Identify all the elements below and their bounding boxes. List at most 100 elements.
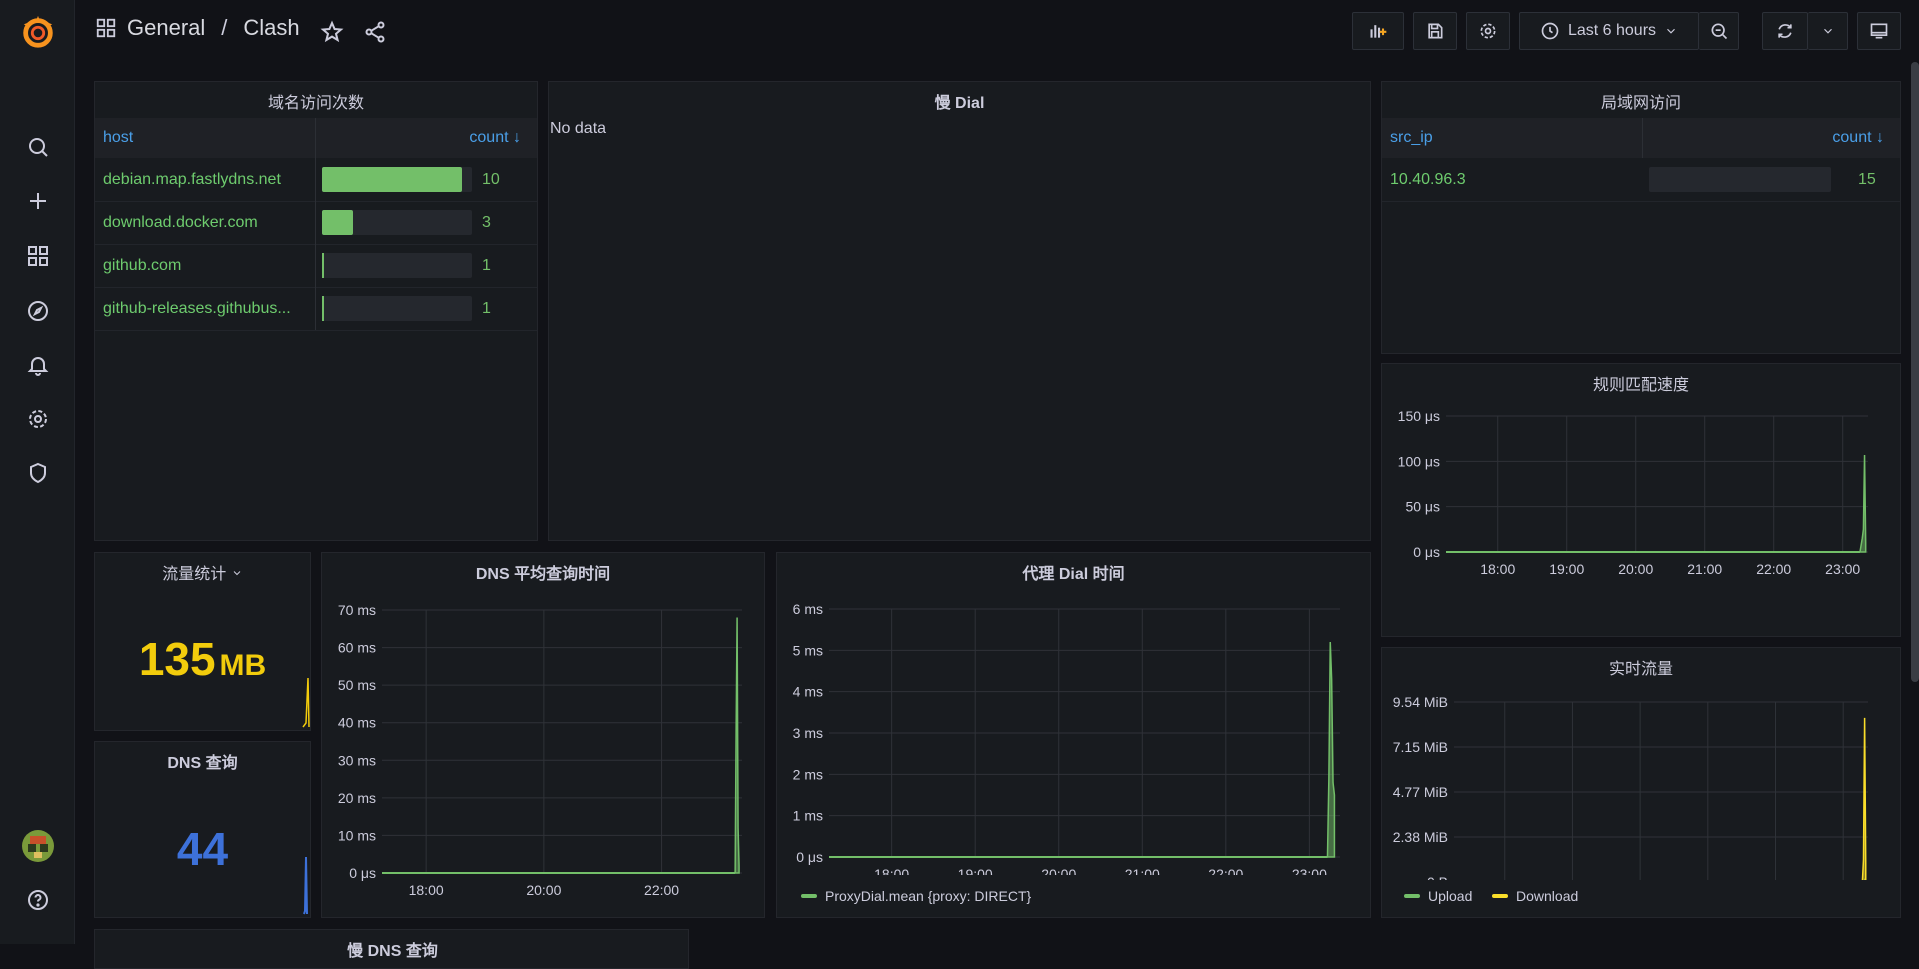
x-tick-label: 22:00 [1208,866,1243,875]
scrollbar[interactable] [1911,62,1919,682]
count-bar-fill [322,210,353,235]
bell-icon[interactable] [22,349,54,381]
proxy-dial-chart[interactable]: 0 μs 1 ms 2 ms 3 ms 4 ms 5 ms 6 ms 18:00 19:00 20… [777,585,1370,875]
add-panel-button[interactable] [1352,12,1404,50]
grafana-logo-icon[interactable] [19,13,57,51]
gear-icon [1480,23,1496,39]
breadcrumb-dashboard[interactable]: Clash [243,15,299,41]
y-tick-label: 150 μs [1398,408,1440,424]
column-divider [315,118,316,330]
panel-title[interactable]: 局域网访问 [1382,89,1900,113]
panel-title[interactable]: 代理 Dial 时间 [777,560,1370,584]
count-cell: 3 [482,213,491,231]
save-button[interactable] [1413,12,1457,50]
column-header-host[interactable]: host [103,118,133,158]
count-bar-fill [322,296,324,321]
table-row: 10.40.96.3 15 [1382,158,1900,202]
panel-dns-avg: DNS 平均查询时间 0 μs 10 ms 20 ms 30 ms 40 ms 50 ms… [321,552,765,918]
y-tick-label: 5 ms [793,642,823,658]
x-tick-label: 19:00 [958,866,993,875]
count-cell: 10 [482,170,500,188]
legend-label: Upload [1428,888,1473,904]
legend-swatch [1492,894,1508,898]
y-tick-label: 50 μs [1405,499,1440,515]
refresh-icon [1778,24,1792,38]
time-picker-button[interactable]: Last 6 hours [1519,12,1699,50]
y-tick-label: 100 μs [1398,453,1440,469]
avatar[interactable] [22,830,54,862]
column-header-src-ip[interactable]: src_ip [1390,118,1433,158]
view-mode-button[interactable] [1857,12,1901,50]
x-tick-label: 18:00 [409,882,444,898]
panel-title-text: 慢 DNS 查询 [347,943,438,960]
table-row: github.com 1 [95,244,537,288]
legend-item-upload[interactable]: Upload [1404,888,1472,904]
realtime-traffic-chart[interactable]: 0 B2.38 MiB4.77 MiB7.15 MiB9.54 MiB18:00… [1382,680,1900,880]
count-bar [1649,167,1831,192]
panel-title[interactable]: 慢 DNS 查询 [95,937,688,961]
legend-label: Download [1516,888,1579,904]
refresh-button[interactable] [1762,12,1808,50]
panel-rule-speed: 规则匹配速度 0 μs 50 μs 100 μs 150 μs 18:00 19:00 20… [1381,363,1901,637]
x-tick-label: 20:00 [526,882,561,898]
panel-title[interactable]: 流量统计 [95,560,310,584]
legend-item-download[interactable]: Download [1492,888,1578,904]
search-icon[interactable] [22,131,54,163]
help-icon[interactable] [22,884,54,916]
y-tick-label: 4.77 MiB [1393,784,1448,800]
gear-icon[interactable] [22,403,54,435]
settings-button[interactable] [1466,12,1510,50]
panel-proxy-dial: 代理 Dial 时间 0 μs 1 ms 2 ms 3 ms 4 ms 5 ms 6 ms 1… [776,552,1371,918]
y-tick-label: 0 B [1427,874,1448,880]
host-cell: debian.map.fastlydns.net [103,170,281,188]
y-tick-label: 2 ms [793,766,823,782]
panel-lan-access: 局域网访问 src_ip count ↓ 10.40.96.3 15 [1381,81,1901,354]
panel-title[interactable]: DNS 查询 [95,749,310,773]
chevron-down-icon [233,571,241,576]
shield-icon[interactable] [22,457,54,489]
stat-value: 135 MB [95,632,310,686]
panel-title[interactable]: 慢 Dial [549,89,1370,113]
time-picker-label: Last 6 hours [1567,22,1657,39]
host-cell: download.docker.com [103,213,258,231]
x-tick-label: 18:00 [874,866,909,875]
share-icon[interactable] [363,20,387,44]
star-icon[interactable] [320,20,344,44]
no-data-message: No data [550,120,607,137]
zoom-out-button[interactable] [1699,12,1739,50]
column-header-count[interactable]: count ↓ [1832,118,1884,158]
plus-icon[interactable] [22,185,54,217]
clock-icon [1541,22,1559,40]
y-tick-label: 1 ms [793,808,823,824]
column-divider [1642,118,1643,158]
table-row: debian.map.fastlydns.net 10 [95,158,537,202]
host-cell: github.com [103,256,182,274]
panel-title[interactable]: DNS 平均查询时间 [322,560,764,584]
refresh-interval-button[interactable] [1808,12,1848,50]
dns-avg-chart[interactable]: 0 μs 10 ms 20 ms 30 ms 40 ms 50 ms 60 ms 70 ms 1… [322,585,764,915]
legend-item-proxydial[interactable]: ProxyDial.mean {proxy: DIRECT} [801,888,1031,904]
column-header-count[interactable]: count ↓ [469,118,521,158]
rule-speed-chart[interactable]: 0 μs 50 μs 100 μs 150 μs 18:00 19:00 20:00 21:0… [1382,396,1900,636]
dashboards-icon[interactable] [22,240,54,272]
y-tick-label: 40 ms [338,715,376,731]
panel-title[interactable]: 域名访问次数 [95,89,537,113]
breadcrumb-folder[interactable]: General [127,15,205,41]
y-tick-label: 0 μs [796,849,823,865]
x-tick-label: 20:00 [1618,561,1653,577]
stat-number: 135 [138,633,216,685]
count-cell: 1 [482,256,491,274]
add-panel-icon [1370,25,1387,38]
y-tick-label: 3 ms [793,725,823,741]
y-tick-label: 60 ms [338,640,376,656]
count-bar [322,296,472,321]
y-tick-label: 0 μs [349,865,376,881]
panel-title[interactable]: 实时流量 [1382,655,1900,679]
series-line [1859,454,1867,553]
panel-title[interactable]: 规则匹配速度 [1382,371,1900,395]
y-tick-label: 70 ms [338,602,376,618]
chevron-down-icon [1667,28,1675,34]
x-tick-label: 23:00 [1292,866,1327,875]
series-line [1861,717,1867,880]
compass-icon[interactable] [22,295,54,327]
